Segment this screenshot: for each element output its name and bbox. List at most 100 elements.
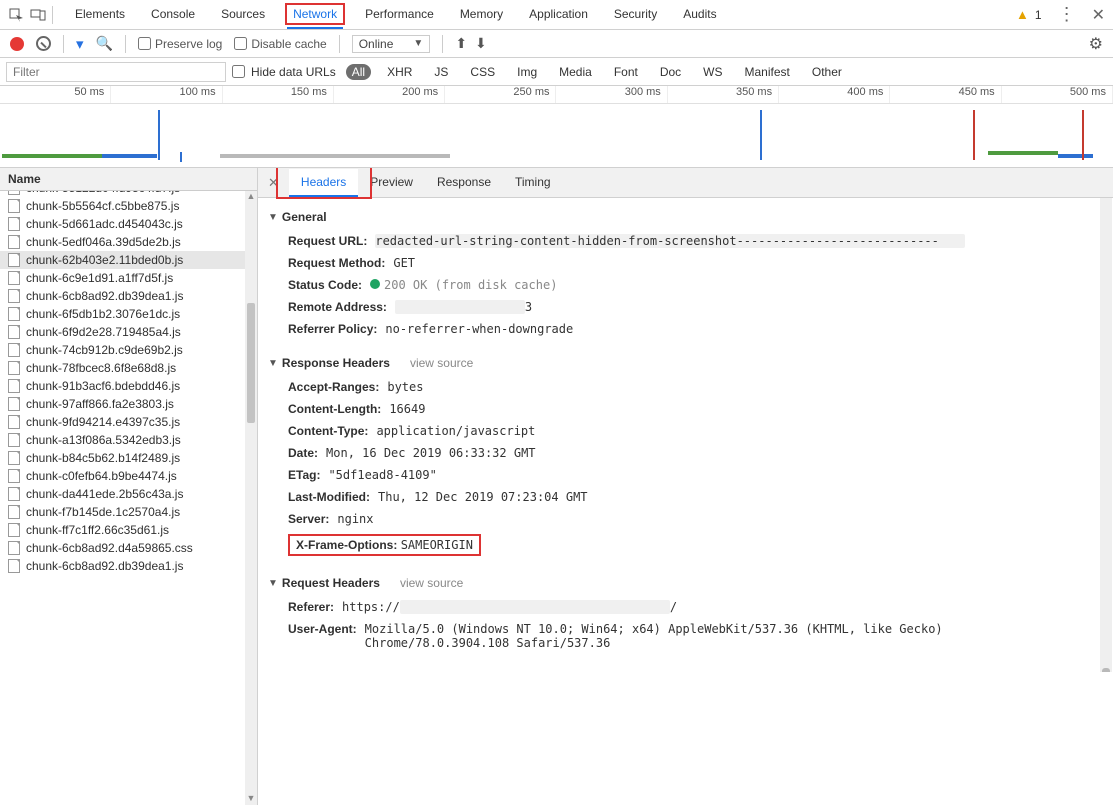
preserve-log-checkbox[interactable]	[138, 37, 151, 50]
disable-cache-checkbox[interactable]	[234, 37, 247, 50]
view-source-link[interactable]: view source	[410, 356, 473, 370]
filter-type-doc[interactable]: Doc	[654, 64, 687, 80]
file-icon	[8, 191, 20, 195]
clear-icon[interactable]	[36, 36, 51, 51]
requests-header[interactable]: Name	[0, 168, 257, 191]
inspect-icon[interactable]	[8, 7, 24, 23]
request-row[interactable]: chunk-6cb8ad92.db39dea1.js	[0, 557, 245, 575]
request-row[interactable]: chunk-91b3acf6.bdebdd46.js	[0, 377, 245, 395]
request-row[interactable]: chunk-74cb912b.c9de69b2.js	[0, 341, 245, 359]
device-toggle-icon[interactable]	[30, 7, 46, 23]
search-icon[interactable]: 🔍	[96, 35, 113, 52]
request-row[interactable]: chunk-f7b145de.1c2570a4.js	[0, 503, 245, 521]
tab-sources[interactable]: Sources	[217, 1, 269, 29]
scroll-down-icon[interactable]: ▼	[245, 793, 257, 805]
download-har-icon[interactable]: ⬇︎	[475, 35, 487, 52]
request-row[interactable]: chunk-b84c5b62.b14f2489.js	[0, 449, 245, 467]
tab-elements[interactable]: Elements	[71, 1, 129, 29]
detail-tab-response[interactable]: Response	[425, 169, 503, 197]
warning-count[interactable]: 1	[1035, 8, 1042, 22]
file-icon	[8, 361, 20, 375]
remote-address-value: 3	[525, 300, 532, 314]
header-key: Server:	[288, 512, 329, 526]
detail-scrollbar[interactable]	[1100, 198, 1112, 672]
request-filename: chunk-5edf046a.39d5de2b.js	[26, 235, 181, 249]
request-row[interactable]: chunk-ff7c1ff2.66c35d61.js	[0, 521, 245, 539]
filter-type-js[interactable]: JS	[428, 64, 454, 80]
file-icon	[8, 433, 20, 447]
request-row[interactable]: chunk-5d661adc.d454043c.js	[0, 215, 245, 233]
highlight-box: X-Frame-Options: SAMEORIGIN	[288, 534, 481, 556]
disable-cache-toggle[interactable]: Disable cache	[234, 37, 326, 51]
filter-type-ws[interactable]: WS	[697, 64, 728, 80]
request-row[interactable]: chunk-5b5564cf.c5bbe875.js	[0, 197, 245, 215]
request-row[interactable]: chunk-5edf046a.39d5de2b.js	[0, 233, 245, 251]
file-icon	[8, 523, 20, 537]
request-method-value: GET	[393, 256, 415, 270]
scroll-up-icon[interactable]: ▲	[245, 191, 257, 203]
filter-input[interactable]	[6, 62, 226, 82]
header-value: application/javascript	[376, 424, 535, 438]
timeline[interactable]: 50 ms100 ms150 ms200 ms250 ms300 ms350 m…	[0, 86, 1113, 168]
request-row[interactable]: chunk-6cb8ad92.db39dea1.js	[0, 287, 245, 305]
tab-memory[interactable]: Memory	[456, 1, 507, 29]
request-row[interactable]: chunk-62b403e2.11bded0b.js	[0, 251, 245, 269]
requests-list[interactable]: chunk-55122d04.d95c4fd7.jschunk-5b5564cf…	[0, 191, 245, 805]
header-key: Content-Length:	[288, 402, 381, 416]
detail-tab-timing[interactable]: Timing	[503, 169, 563, 197]
filter-type-font[interactable]: Font	[608, 64, 644, 80]
headers-panel[interactable]: ▼General Request URL:redacted-url-string…	[258, 198, 1113, 672]
request-filename: chunk-6cb8ad92.d4a59865.css	[26, 541, 193, 555]
tab-security[interactable]: Security	[610, 1, 661, 29]
request-row[interactable]: chunk-6f9d2e28.719485a4.js	[0, 323, 245, 341]
request-row[interactable]: chunk-6f5db1b2.3076e1dc.js	[0, 305, 245, 323]
request-row[interactable]: chunk-97aff866.fa2e3803.js	[0, 395, 245, 413]
tab-console[interactable]: Console	[147, 1, 199, 29]
filter-icon[interactable]: ▾	[76, 35, 84, 53]
tab-performance[interactable]: Performance	[361, 1, 438, 29]
preserve-log-toggle[interactable]: Preserve log	[138, 37, 222, 51]
filter-type-media[interactable]: Media	[553, 64, 598, 80]
tab-audits[interactable]: Audits	[679, 1, 720, 29]
close-icon[interactable]: ✕	[1092, 5, 1105, 25]
tab-application[interactable]: Application	[525, 1, 592, 29]
section-general[interactable]: ▼General	[264, 204, 1113, 230]
hide-data-urls-toggle[interactable]: Hide data URLs	[232, 65, 342, 79]
filter-type-xhr[interactable]: XHR	[381, 64, 418, 80]
request-filename: chunk-78fbcec8.6f8e68d8.js	[26, 361, 176, 375]
section-response-headers[interactable]: ▼Response Headersview source	[264, 350, 1113, 376]
record-icon[interactable]	[10, 37, 24, 51]
gear-icon[interactable]: ⚙	[1089, 34, 1103, 54]
request-filename: chunk-6cb8ad92.db39dea1.js	[26, 559, 183, 573]
request-row[interactable]: chunk-6cb8ad92.d4a59865.css	[0, 539, 245, 557]
request-row[interactable]: chunk-a13f086a.5342edb3.js	[0, 431, 245, 449]
request-row[interactable]: chunk-6c9e1d91.a1ff7d5f.js	[0, 269, 245, 287]
request-row[interactable]: chunk-c0fefb64.b9be4474.js	[0, 467, 245, 485]
request-row[interactable]: chunk-da441ede.2b56c43a.js	[0, 485, 245, 503]
detail-tabs: ✕ HeadersPreviewResponseTiming	[258, 168, 1113, 198]
requests-scrollbar[interactable]: ▲ ▼	[245, 191, 257, 805]
status-code-label: Status Code:	[288, 278, 362, 292]
hide-data-urls-checkbox[interactable]	[232, 65, 245, 78]
tab-network[interactable]: Network	[287, 1, 343, 29]
request-row[interactable]: chunk-9fd94214.e4397c35.js	[0, 413, 245, 431]
file-icon	[8, 415, 20, 429]
kebab-menu-icon[interactable]: ⋮	[1058, 4, 1076, 25]
file-icon	[8, 505, 20, 519]
chevron-down-icon: ▼	[268, 212, 278, 223]
filter-type-other[interactable]: Other	[806, 64, 848, 80]
section-request-headers[interactable]: ▼Request Headersview source	[264, 570, 1113, 596]
filter-type-all[interactable]: All	[346, 64, 371, 80]
timeline-tick: 350 ms	[668, 86, 779, 103]
view-source-link[interactable]: view source	[400, 576, 463, 590]
upload-har-icon[interactable]: ⬆︎	[455, 35, 467, 52]
request-url-value: redacted-url-string-content-hidden-from-…	[375, 234, 965, 248]
throttling-select[interactable]: Online▼	[352, 35, 431, 53]
separator	[52, 6, 53, 24]
filter-type-css[interactable]: CSS	[464, 64, 501, 80]
filter-type-manifest[interactable]: Manifest	[739, 64, 796, 80]
filter-type-img[interactable]: Img	[511, 64, 543, 80]
request-filename: chunk-6c9e1d91.a1ff7d5f.js	[26, 271, 173, 285]
request-row[interactable]: chunk-78fbcec8.6f8e68d8.js	[0, 359, 245, 377]
warning-icon[interactable]: ▲	[1016, 7, 1029, 22]
